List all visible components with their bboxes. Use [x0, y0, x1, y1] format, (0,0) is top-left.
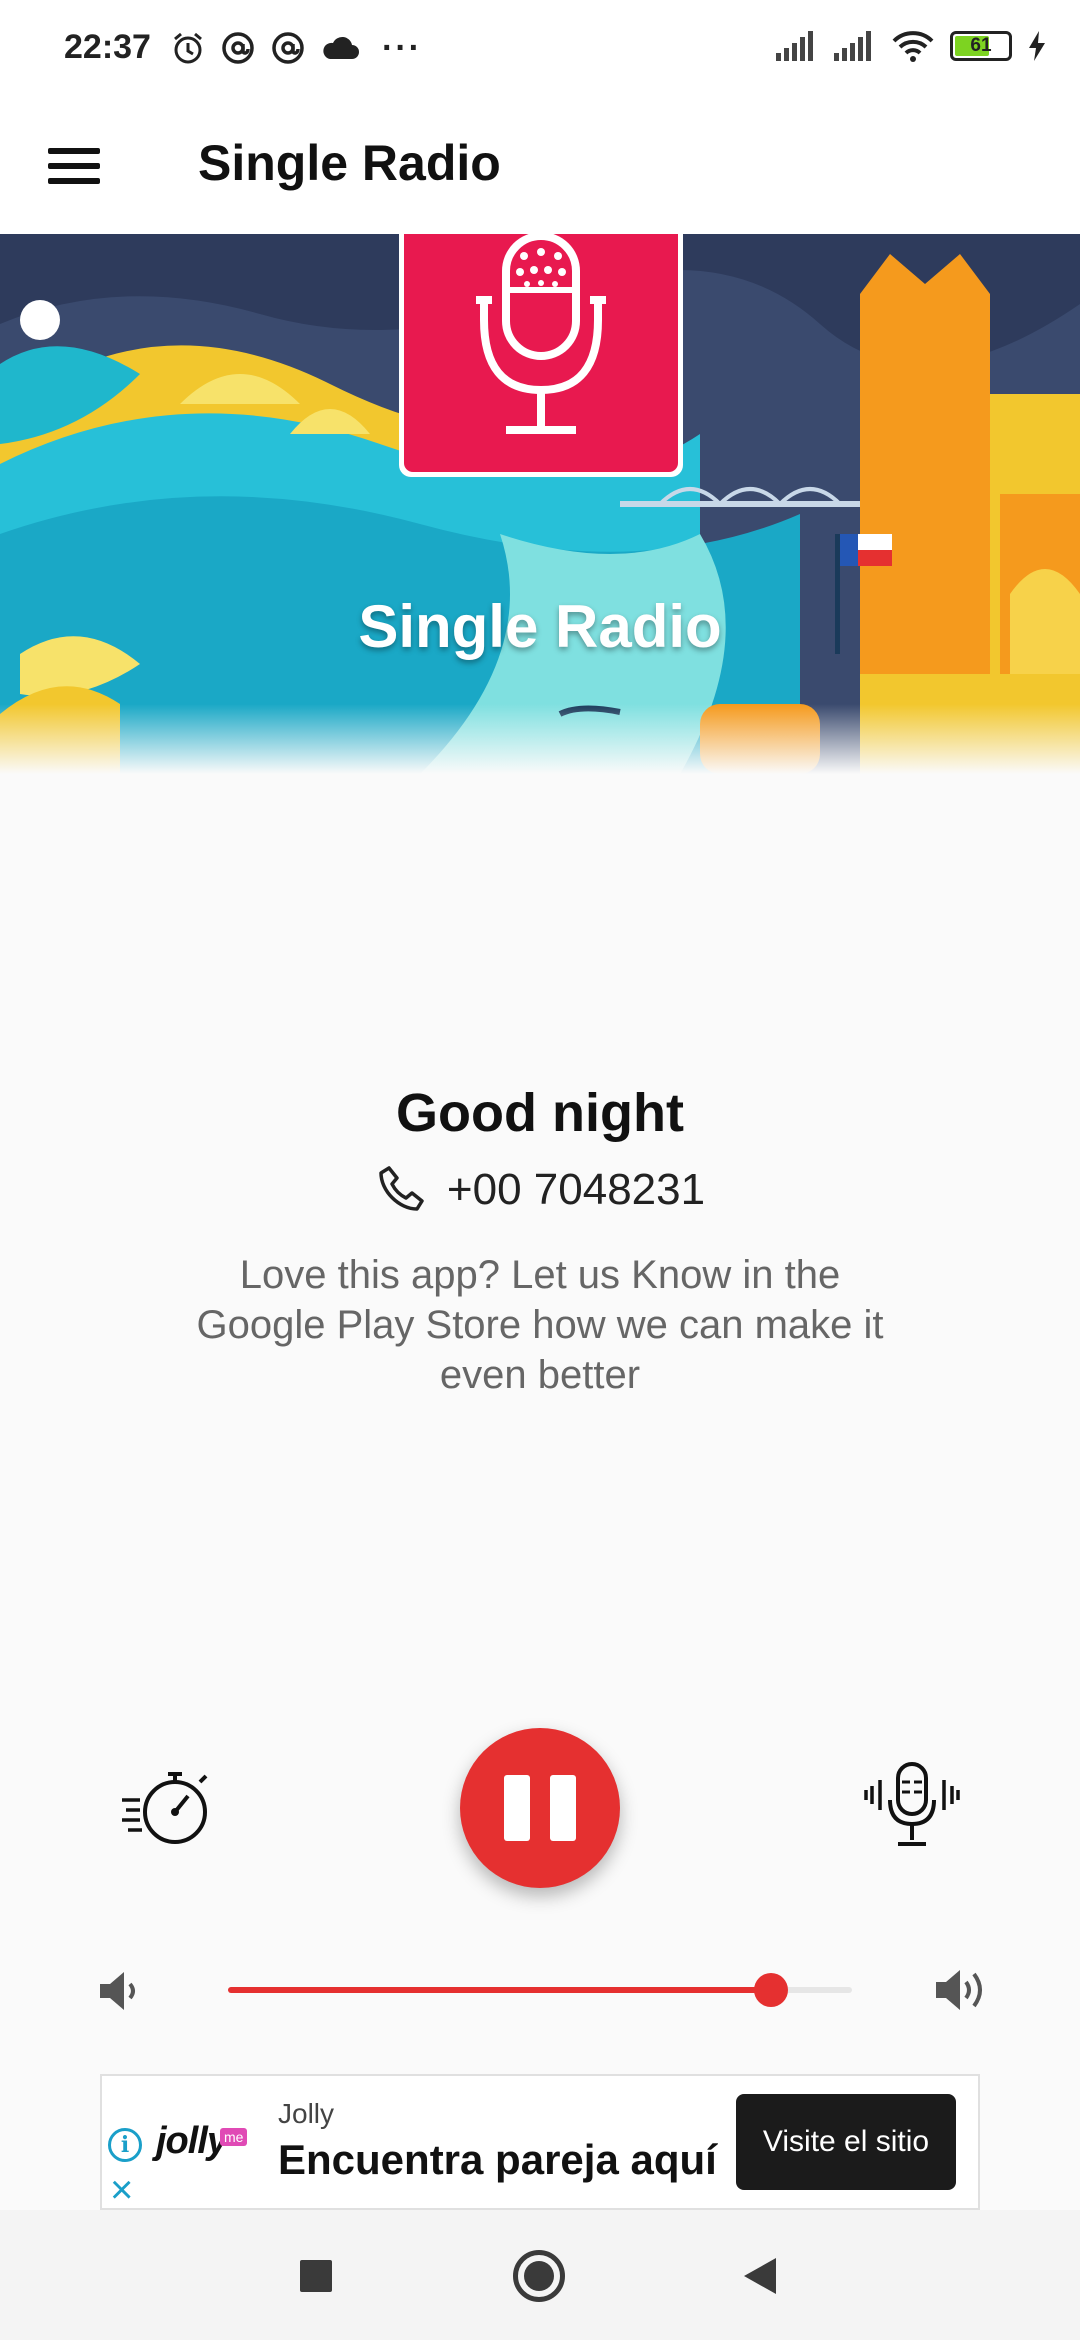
ad-headline: Encuentra pareja aquí — [278, 2136, 717, 2183]
battery-icon: 61 — [950, 31, 1012, 61]
rating-message: Love this app? Let us Know in the Google… — [196, 1253, 884, 1397]
pause-icon-bar — [504, 1775, 530, 1841]
pause-icon-bar — [550, 1775, 576, 1841]
volume-high-icon[interactable] — [932, 1962, 992, 2018]
status-icons-right: 61 — [776, 30, 1046, 62]
microphone-icon — [399, 234, 683, 477]
ad-sponsor: Jolly — [278, 2098, 335, 2129]
wifi-icon — [892, 31, 934, 62]
ad-banner[interactable]: i × jolly me Jolly Encuentra pareja aquí… — [100, 2074, 980, 2210]
ad-logo: jolly — [156, 2120, 228, 2162]
status-bar: 22:37 ··· 61 — [0, 0, 1080, 96]
menu-line — [48, 148, 100, 154]
volume-low-icon[interactable] — [96, 1966, 146, 2016]
page-title: Single Radio — [198, 135, 501, 191]
signal-icon — [776, 31, 813, 61]
volume-slider[interactable] — [228, 1972, 852, 2008]
recents-square-icon[interactable] — [300, 2260, 332, 2292]
at-sign-icon — [272, 32, 304, 64]
greeting-text: Good night — [396, 1083, 684, 1143]
volume-thumb[interactable] — [753, 1973, 788, 2007]
alarm-icon — [174, 32, 202, 64]
banner-station-name: Single Radio — [358, 593, 722, 660]
back-triangle-icon[interactable] — [744, 2258, 776, 2294]
phone-row[interactable]: +00 7048231 — [0, 1164, 1080, 1216]
stopwatch-icon[interactable] — [120, 1756, 220, 1856]
podcast-mic-icon[interactable] — [862, 1756, 962, 1856]
system-nav-bar — [0, 2210, 1080, 2340]
home-circle-icon[interactable] — [513, 2250, 565, 2302]
ad-info-icon[interactable]: i — [108, 2128, 142, 2162]
volume-track-filled — [228, 1987, 771, 1993]
signal-icon — [834, 31, 871, 61]
status-time: 22:37 — [64, 28, 151, 66]
ad-cta-button[interactable]: Visite el sitio — [736, 2094, 956, 2190]
charging-icon — [1029, 31, 1045, 61]
more-dots-icon: ··· — [382, 29, 422, 67]
ad-logo-badge: me — [220, 2128, 248, 2146]
at-sign-icon — [222, 32, 254, 64]
phone-number: +00 7048231 — [446, 1165, 706, 1214]
menu-line — [48, 178, 100, 184]
menu-line — [48, 163, 100, 169]
battery-level: 61 — [970, 35, 992, 56]
pause-button[interactable] — [460, 1728, 620, 1888]
hamburger-menu-icon[interactable] — [48, 136, 108, 196]
cloud-icon — [323, 36, 359, 59]
app-bar: Single Radio — [0, 96, 1080, 234]
phone-icon — [379, 1166, 424, 1211]
ad-close-icon[interactable]: × — [110, 2170, 133, 2210]
status-icons-left: ··· — [170, 30, 422, 66]
station-banner: Single Radio — [0, 234, 1080, 774]
